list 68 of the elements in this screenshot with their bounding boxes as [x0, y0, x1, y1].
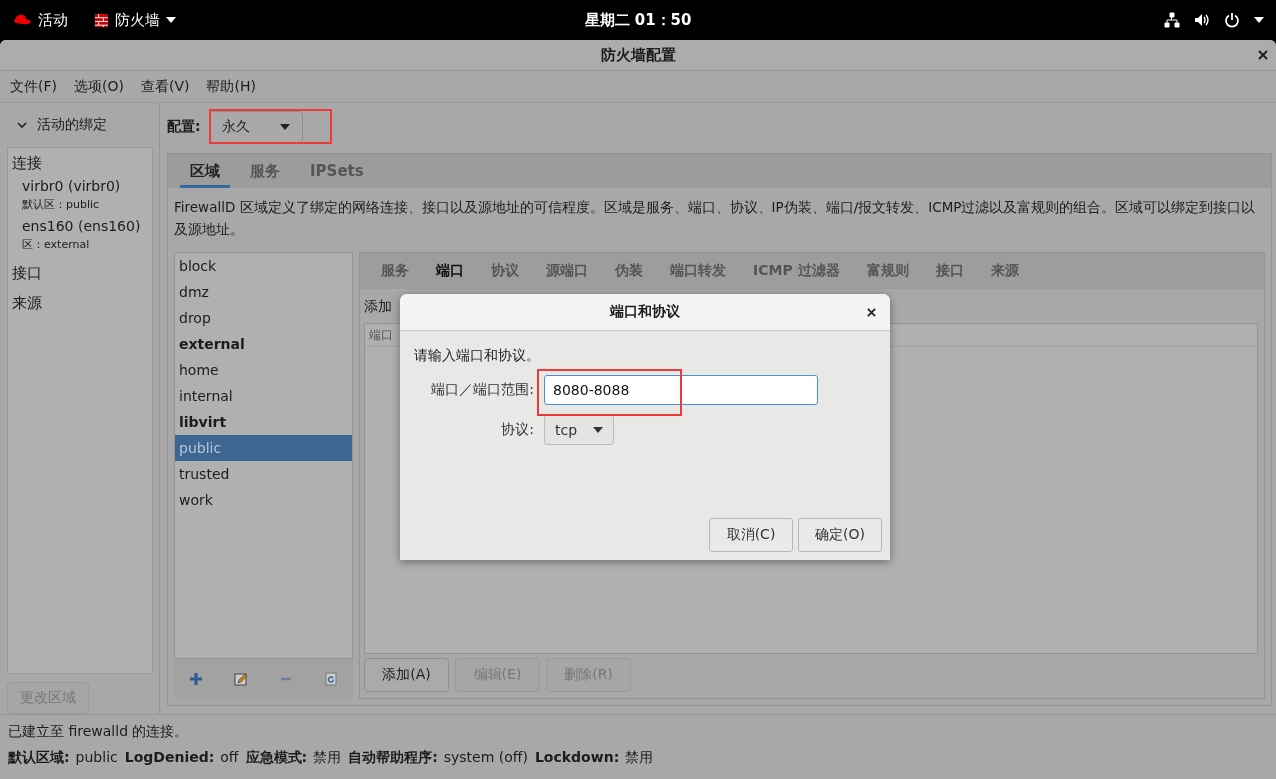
menu-item[interactable]: 文件(F) [10, 77, 57, 96]
menu-item[interactable]: 查看(V) [140, 77, 190, 96]
column-header[interactable]: 端口 [365, 326, 393, 344]
protocol-dropdown[interactable]: tcp [544, 415, 615, 445]
status-label: Lockdown: [534, 749, 620, 767]
dialog-button[interactable]: 确定(O) [798, 518, 882, 552]
status-label: 应急模式: [245, 749, 308, 767]
network-icon[interactable] [1164, 12, 1180, 28]
add-icon[interactable] [189, 672, 204, 686]
status-value: 禁用 [625, 749, 654, 767]
zone-item[interactable]: libvirt [175, 409, 352, 435]
port-button[interactable]: 添加(A) [364, 658, 449, 692]
caret-icon [166, 17, 176, 23]
reload-icon[interactable] [323, 672, 338, 686]
connection-zone: 区：external [22, 236, 91, 253]
caret-icon [279, 124, 290, 130]
chevron-icon[interactable] [17, 119, 27, 130]
section-title: 接口 [12, 262, 43, 284]
port-field[interactable]: 8080-8088 [544, 375, 818, 405]
status-value: off [220, 749, 239, 767]
hat-icon [12, 13, 32, 27]
power-icon[interactable] [1224, 12, 1240, 28]
status-value: public [75, 749, 118, 767]
zone-item[interactable]: dmz [175, 279, 352, 305]
zone-description: FirewallD 区域定义了绑定的网络连接、接口以及源地址的可信程度。区域是服务、端口、协议、IP伪装、端口/报文转发、ICMP过滤以及富规则的组合。区域可以绑定到接口以及源地址。 [174, 198, 1257, 239]
zone-item[interactable]: public [175, 435, 352, 461]
close-icon[interactable] [867, 307, 876, 317]
zone-item[interactable]: block [175, 253, 352, 279]
status-value: system (off) [443, 749, 528, 767]
caret-icon [593, 427, 604, 433]
firewall-icon [94, 12, 109, 28]
zone-item[interactable]: trusted [175, 461, 352, 487]
volume-icon[interactable] [1194, 12, 1210, 28]
connection-name[interactable]: ens160 (ens160) [22, 215, 148, 236]
clock[interactable]: 星期二 01：50 [584, 10, 692, 30]
connection-name[interactable]: virbr0 (virbr0) [22, 175, 148, 196]
edit-icon[interactable] [234, 672, 249, 686]
tab[interactable]: 区域 [180, 154, 230, 188]
ports-hint: 添加 [364, 297, 392, 316]
window-title: 防火墙配置 [600, 45, 676, 65]
bindings-header: 活动的绑定 [37, 115, 107, 134]
protocol-label: 协议: [500, 421, 535, 439]
zone-item[interactable]: home [175, 357, 352, 383]
activities-button[interactable]: 活动 [38, 10, 68, 30]
tab[interactable]: 端口 [425, 262, 475, 280]
zone-item[interactable]: internal [175, 383, 352, 409]
app-menu[interactable]: 防火墙 [115, 10, 160, 30]
status-value: 禁用 [313, 749, 342, 767]
menu-item[interactable]: 帮助(H) [206, 77, 256, 96]
config-label: 配置: [167, 118, 201, 136]
zone-item[interactable]: drop [175, 305, 352, 331]
section-title: 来源 [12, 292, 43, 314]
section-title: 连接 [12, 152, 43, 174]
caret-icon[interactable] [1254, 17, 1264, 23]
close-icon[interactable] [1258, 50, 1268, 60]
status-message: 已建立至 firewalld 的连接。 [8, 722, 190, 741]
dialog-prompt: 请输入端口和协议。 [414, 346, 541, 365]
dialog-title: 端口和协议 [610, 303, 680, 321]
status-label: LogDenied: [124, 749, 215, 767]
status-label: 自动帮助程序: [348, 749, 438, 767]
status-label: 默认区域: [8, 749, 70, 767]
connection-zone: 默认区：public [22, 196, 101, 213]
dialog-button[interactable]: 取消(C) [709, 518, 793, 552]
port-label: 端口／端口范围: [430, 381, 535, 399]
config-dropdown[interactable]: 永久 [208, 111, 303, 143]
menu-item[interactable]: 选项(O) [74, 77, 124, 96]
zone-item[interactable]: external [175, 331, 352, 357]
zone-item[interactable]: work [175, 487, 352, 513]
